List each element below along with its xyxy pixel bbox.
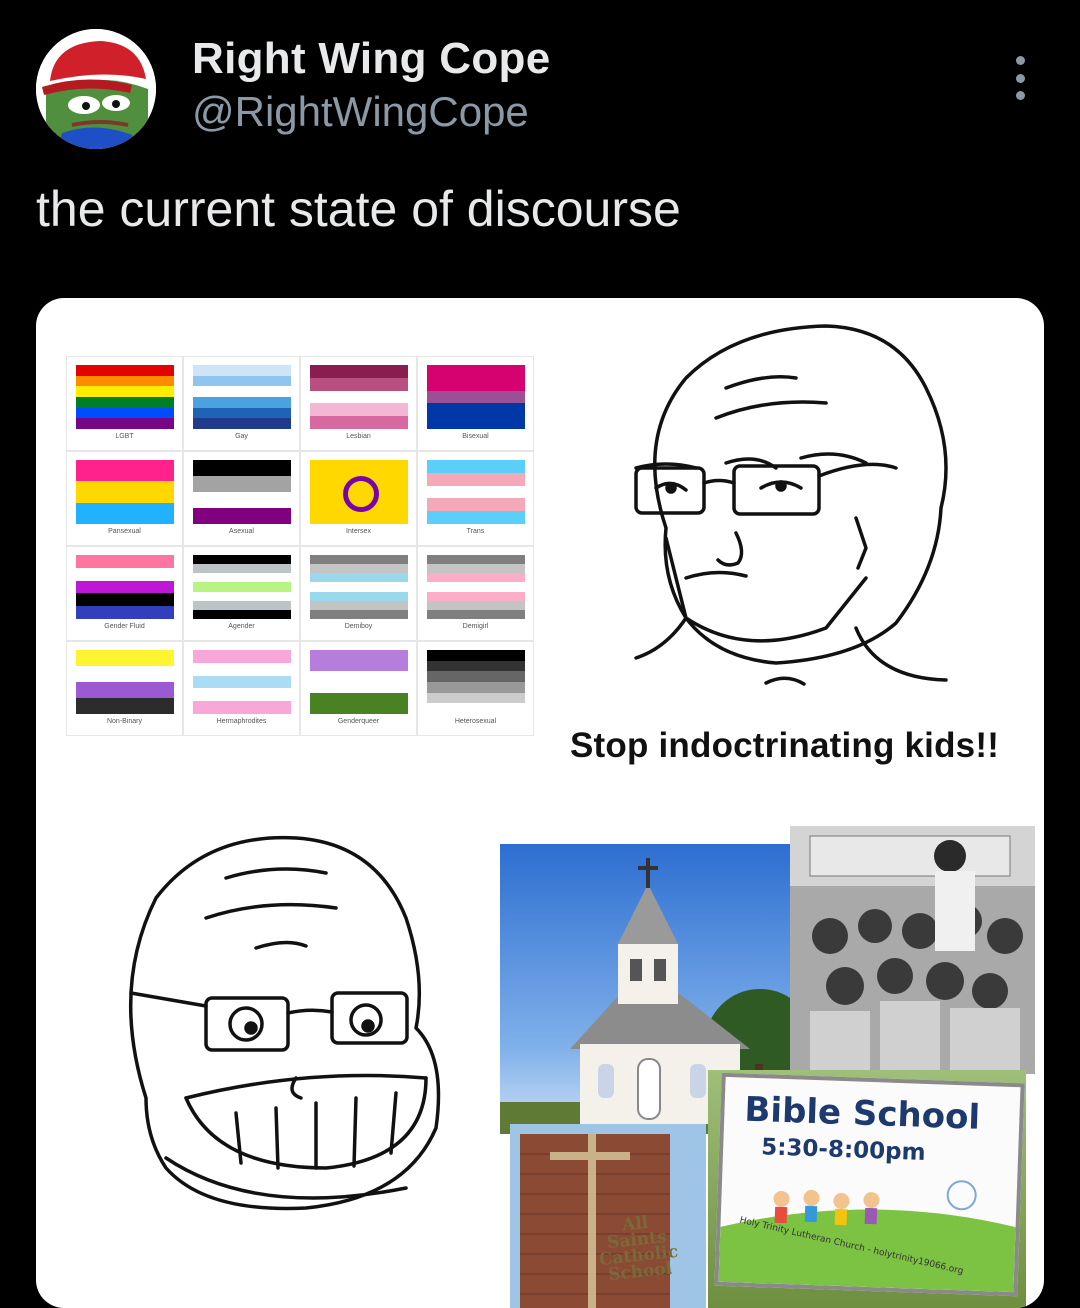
flag-cell: Gender Fluid [66, 546, 183, 641]
dot [1015, 56, 1025, 65]
flag-label: LGBT [115, 433, 134, 440]
avatar[interactable] [36, 29, 156, 149]
flag-label: Demiboy [344, 623, 373, 630]
pride-flag [310, 555, 408, 619]
pride-flag [76, 365, 174, 430]
flag-label: Pansexual [108, 528, 141, 535]
dot [1015, 91, 1025, 100]
pride-flag [427, 650, 525, 715]
flag-label: Lesbian [346, 433, 371, 440]
pride-flag [310, 365, 408, 429]
pride-flag [193, 650, 291, 714]
flag-cell: Demigirl [417, 546, 534, 641]
praying-children-icon [790, 826, 1035, 1074]
flag-grid: LGBT Gay Lesbian Bisexual Pansexual Asexual In… [66, 356, 534, 736]
pride-flag [193, 365, 291, 430]
pride-flag [76, 460, 174, 524]
flag-label: Heterosexual [454, 718, 497, 725]
flag-label: Gender Fluid [104, 623, 145, 630]
meme-caption: Stop indoctrinating kids!! [570, 726, 1000, 765]
flag-label: Intersex [346, 528, 371, 535]
sign-board: Bible School 5:30-8:00pm Holy Trinity Lu… [714, 1072, 1025, 1297]
brick-sign-text: All Saints Catholic School [595, 1212, 681, 1285]
tweet-text: the current state of discourse [36, 181, 681, 237]
flag-label: Trans [466, 528, 485, 535]
flag-cell: LGBT [66, 356, 183, 451]
tweet-media[interactable]: LGBT Gay Lesbian Bisexual Pansexual Asexual In… [36, 298, 1044, 1308]
flag-cell: Lesbian [300, 356, 417, 451]
wojak-smiling-drawing [129, 835, 441, 1211]
flag-label: Asexual [229, 528, 254, 535]
children-praying-photo [790, 826, 1035, 1074]
pride-flag [427, 555, 525, 619]
flag-cell: Non-Binary [66, 641, 183, 736]
flag-label: Gay [235, 433, 248, 440]
flag-label: Non-Binary [106, 718, 142, 725]
pride-flag [427, 365, 525, 429]
dot [1015, 73, 1025, 83]
pride-flag [76, 650, 174, 714]
wojak-serious-drawing [634, 324, 948, 686]
flag-label: Genderqueer [337, 718, 380, 725]
pride-flag [310, 650, 408, 714]
flag-label: Demigirl [462, 623, 489, 630]
sign-title: Bible School [743, 1089, 981, 1138]
pride-flag [193, 555, 291, 619]
more-options-icon[interactable] [1002, 56, 1038, 100]
display-name[interactable]: Right Wing Cope [192, 34, 550, 84]
flag-cell: Agender [183, 546, 300, 641]
catholic-school-sign-photo: All Saints Catholic School [510, 1124, 706, 1308]
pride-flag [76, 555, 174, 619]
flag-cell: Hermaphrodites [183, 641, 300, 736]
pride-flag [427, 460, 525, 524]
pride-flag [193, 460, 291, 524]
flag-cell: Intersex [300, 451, 417, 546]
bible-school-sign-photo: Bible School 5:30-8:00pm Holy Trinity Lu… [708, 1070, 1026, 1308]
flag-cell: Pansexual [66, 451, 183, 546]
flag-label: Agender [228, 623, 255, 630]
user-handle[interactable]: @RightWingCope [192, 88, 529, 136]
flag-cell: Demiboy [300, 546, 417, 641]
flag-cell: Gay [183, 356, 300, 451]
flag-label: Hermaphrodites [216, 718, 267, 725]
flag-cell: Asexual [183, 451, 300, 546]
flag-cell: Heterosexual [417, 641, 534, 736]
flag-label: Bisexual [462, 433, 489, 440]
flag-cell: Genderqueer [300, 641, 417, 736]
sign-time: 5:30-8:00pm [760, 1134, 926, 1166]
pride-flag [310, 460, 408, 524]
flag-cell: Bisexual [417, 356, 534, 451]
frog-avatar-icon [36, 29, 156, 149]
intersex-ring-icon [343, 476, 379, 512]
flag-cell: Trans [417, 451, 534, 546]
